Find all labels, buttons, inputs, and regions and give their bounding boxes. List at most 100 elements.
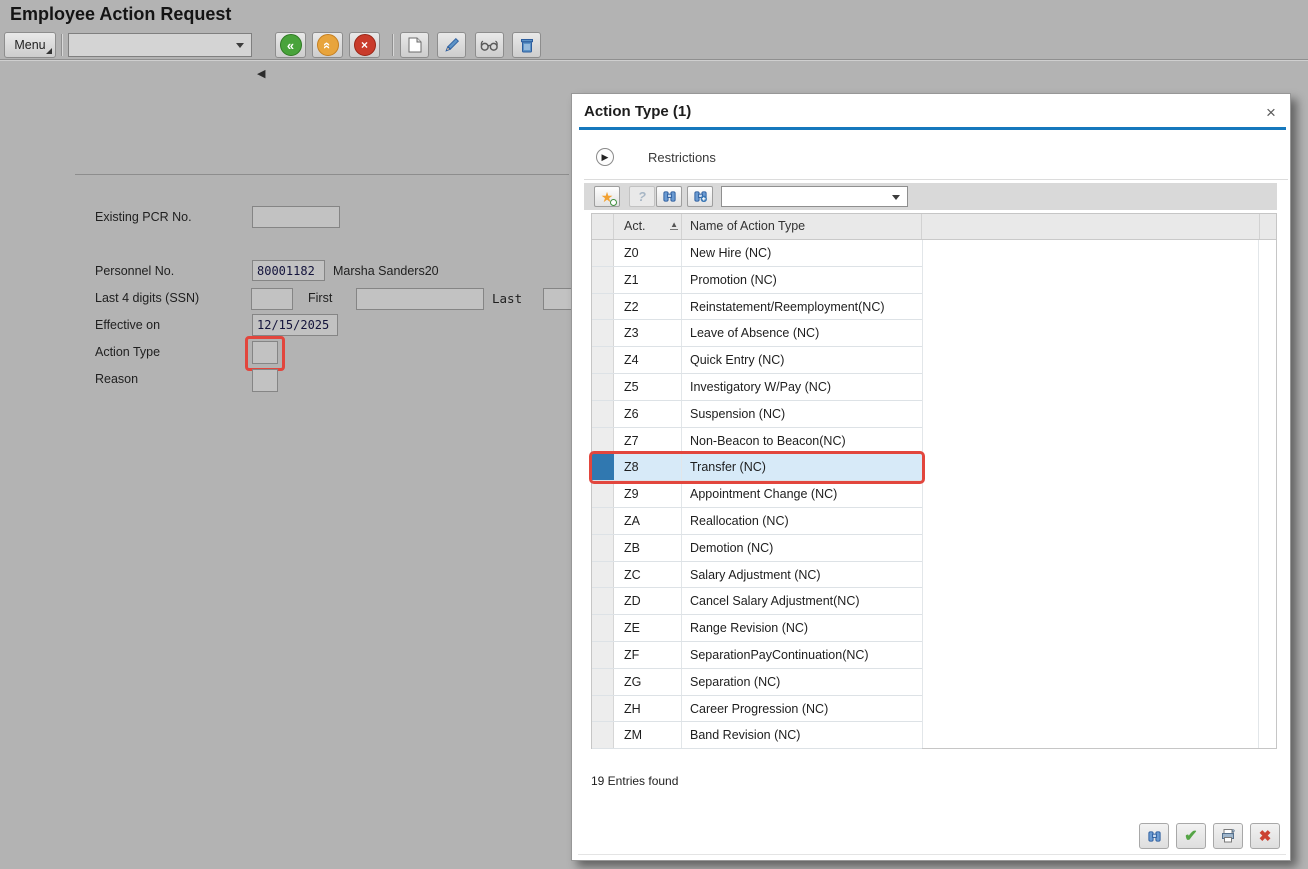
action-code-cell[interactable]: ZE [614, 615, 682, 641]
edit-button[interactable] [437, 32, 466, 58]
table-row[interactable]: ZHCareer Progression (NC) [592, 696, 922, 723]
action-name-cell[interactable]: Career Progression (NC) [682, 696, 922, 722]
personal-value-list-button[interactable]: ★ [594, 186, 620, 207]
row-selection-cell[interactable] [592, 642, 614, 668]
table-row[interactable]: ZBDemotion (NC) [592, 535, 922, 562]
action-code-cell[interactable]: Z6 [614, 401, 682, 427]
row-selection-cell[interactable] [592, 320, 614, 346]
row-selection-cell[interactable] [592, 508, 614, 534]
display-button[interactable] [475, 32, 504, 58]
row-selection-cell[interactable] [592, 669, 614, 695]
table-row[interactable]: ZAReallocation (NC) [592, 508, 922, 535]
table-row[interactable]: Z2Reinstatement/Reemployment(NC) [592, 294, 922, 321]
action-code-cell[interactable]: Z1 [614, 267, 682, 293]
row-selection-cell[interactable] [592, 696, 614, 722]
row-selection-cell[interactable] [592, 722, 614, 748]
action-code-cell[interactable]: Z9 [614, 481, 682, 507]
action-name-cell[interactable]: Appointment Change (NC) [682, 481, 922, 507]
dialog-cancel-button[interactable]: ✖ [1250, 823, 1280, 849]
action-name-cell[interactable]: Reallocation (NC) [682, 508, 922, 534]
create-button[interactable] [400, 32, 429, 58]
exit-button[interactable]: « [312, 32, 343, 58]
table-row[interactable]: ZCSalary Adjustment (NC) [592, 562, 922, 589]
action-name-cell[interactable]: Promotion (NC) [682, 267, 922, 293]
row-selection-cell[interactable] [592, 240, 614, 266]
action-code-cell[interactable]: ZB [614, 535, 682, 561]
action-name-cell[interactable]: New Hire (NC) [682, 240, 922, 266]
action-code-cell[interactable]: Z7 [614, 428, 682, 454]
table-row[interactable]: ZFSeparationPayContinuation(NC) [592, 642, 922, 669]
dialog-accept-button[interactable]: ✔ [1176, 823, 1206, 849]
find-button[interactable] [656, 186, 682, 207]
action-name-cell[interactable]: Non-Beacon to Beacon(NC) [682, 428, 922, 454]
row-selection-cell[interactable] [592, 562, 614, 588]
row-selection-cell[interactable] [592, 535, 614, 561]
action-code-cell[interactable]: Z3 [614, 320, 682, 346]
row-selection-cell[interactable] [592, 347, 614, 373]
menu-button[interactable]: Menu [4, 32, 56, 58]
back-button[interactable]: « [275, 32, 306, 58]
dialog-find-button[interactable] [1139, 823, 1169, 849]
name-column-header[interactable]: Name of Action Type [682, 214, 922, 239]
cancel-button[interactable]: × [349, 32, 380, 58]
action-code-cell[interactable]: ZM [614, 722, 682, 748]
collapse-toolbar-icon[interactable]: ◀ [257, 67, 265, 80]
effective-on-field[interactable] [252, 314, 338, 336]
act-column-header[interactable]: Act. ▲ [614, 214, 682, 239]
row-selection-cell[interactable] [592, 401, 614, 427]
row-selection-cell[interactable] [592, 481, 614, 507]
table-row[interactable]: Z5Investigatory W/Pay (NC) [592, 374, 922, 401]
reason-field[interactable] [252, 369, 278, 392]
row-selection-cell[interactable] [592, 615, 614, 641]
filter-combobox[interactable] [721, 186, 908, 207]
dialog-print-button[interactable] [1213, 823, 1243, 849]
row-selection-cell[interactable] [592, 588, 614, 614]
find-next-button[interactable] [687, 186, 713, 207]
action-name-cell[interactable]: Salary Adjustment (NC) [682, 562, 922, 588]
delete-button[interactable] [512, 32, 541, 58]
action-code-cell[interactable]: ZG [614, 669, 682, 695]
action-name-cell[interactable]: Cancel Salary Adjustment(NC) [682, 588, 922, 614]
action-name-cell[interactable]: Separation (NC) [682, 669, 922, 695]
action-name-cell[interactable]: Quick Entry (NC) [682, 347, 922, 373]
table-row[interactable]: ZDCancel Salary Adjustment(NC) [592, 588, 922, 615]
personnel-no-field[interactable] [252, 260, 325, 281]
first-name-field[interactable] [356, 288, 484, 310]
restrictions-expander-button[interactable]: ▶ [596, 148, 614, 166]
action-code-cell[interactable]: Z0 [614, 240, 682, 266]
ssn-field[interactable] [251, 288, 293, 310]
action-code-cell[interactable]: ZF [614, 642, 682, 668]
table-row[interactable]: Z1Promotion (NC) [592, 267, 922, 294]
action-code-cell[interactable]: ZH [614, 696, 682, 722]
action-name-cell[interactable]: SeparationPayContinuation(NC) [682, 642, 922, 668]
table-row[interactable]: Z6Suspension (NC) [592, 401, 922, 428]
action-code-cell[interactable]: ZA [614, 508, 682, 534]
action-name-cell[interactable]: Demotion (NC) [682, 535, 922, 561]
action-code-cell[interactable]: ZD [614, 588, 682, 614]
table-row[interactable]: Z0New Hire (NC) [592, 240, 922, 267]
table-row[interactable]: ZGSeparation (NC) [592, 669, 922, 696]
action-code-cell[interactable]: Z5 [614, 374, 682, 400]
action-name-cell[interactable]: Suspension (NC) [682, 401, 922, 427]
row-selection-cell[interactable] [592, 374, 614, 400]
action-name-cell[interactable]: Reinstatement/Reemployment(NC) [682, 294, 922, 320]
row-selection-cell[interactable] [592, 294, 614, 320]
table-row[interactable]: Z7Non-Beacon to Beacon(NC) [592, 428, 922, 455]
action-name-cell[interactable]: Leave of Absence (NC) [682, 320, 922, 346]
action-name-cell[interactable]: Band Revision (NC) [682, 722, 922, 748]
row-selection-cell[interactable] [592, 267, 614, 293]
table-row[interactable]: ZMBand Revision (NC) [592, 722, 922, 749]
action-name-cell[interactable]: Investigatory W/Pay (NC) [682, 374, 922, 400]
action-name-cell[interactable]: Range Revision (NC) [682, 615, 922, 641]
table-row[interactable]: ZERange Revision (NC) [592, 615, 922, 642]
table-row[interactable]: Z3Leave of Absence (NC) [592, 320, 922, 347]
existing-pcr-field[interactable] [252, 206, 340, 228]
dialog-close-button[interactable]: × [1260, 102, 1282, 124]
table-row[interactable]: Z4Quick Entry (NC) [592, 347, 922, 374]
row-selection-cell[interactable] [592, 428, 614, 454]
action-code-cell[interactable]: Z2 [614, 294, 682, 320]
action-code-cell[interactable]: ZC [614, 562, 682, 588]
table-row[interactable]: Z9Appointment Change (NC) [592, 481, 922, 508]
action-code-cell[interactable]: Z4 [614, 347, 682, 373]
transaction-combobox[interactable] [68, 33, 252, 57]
